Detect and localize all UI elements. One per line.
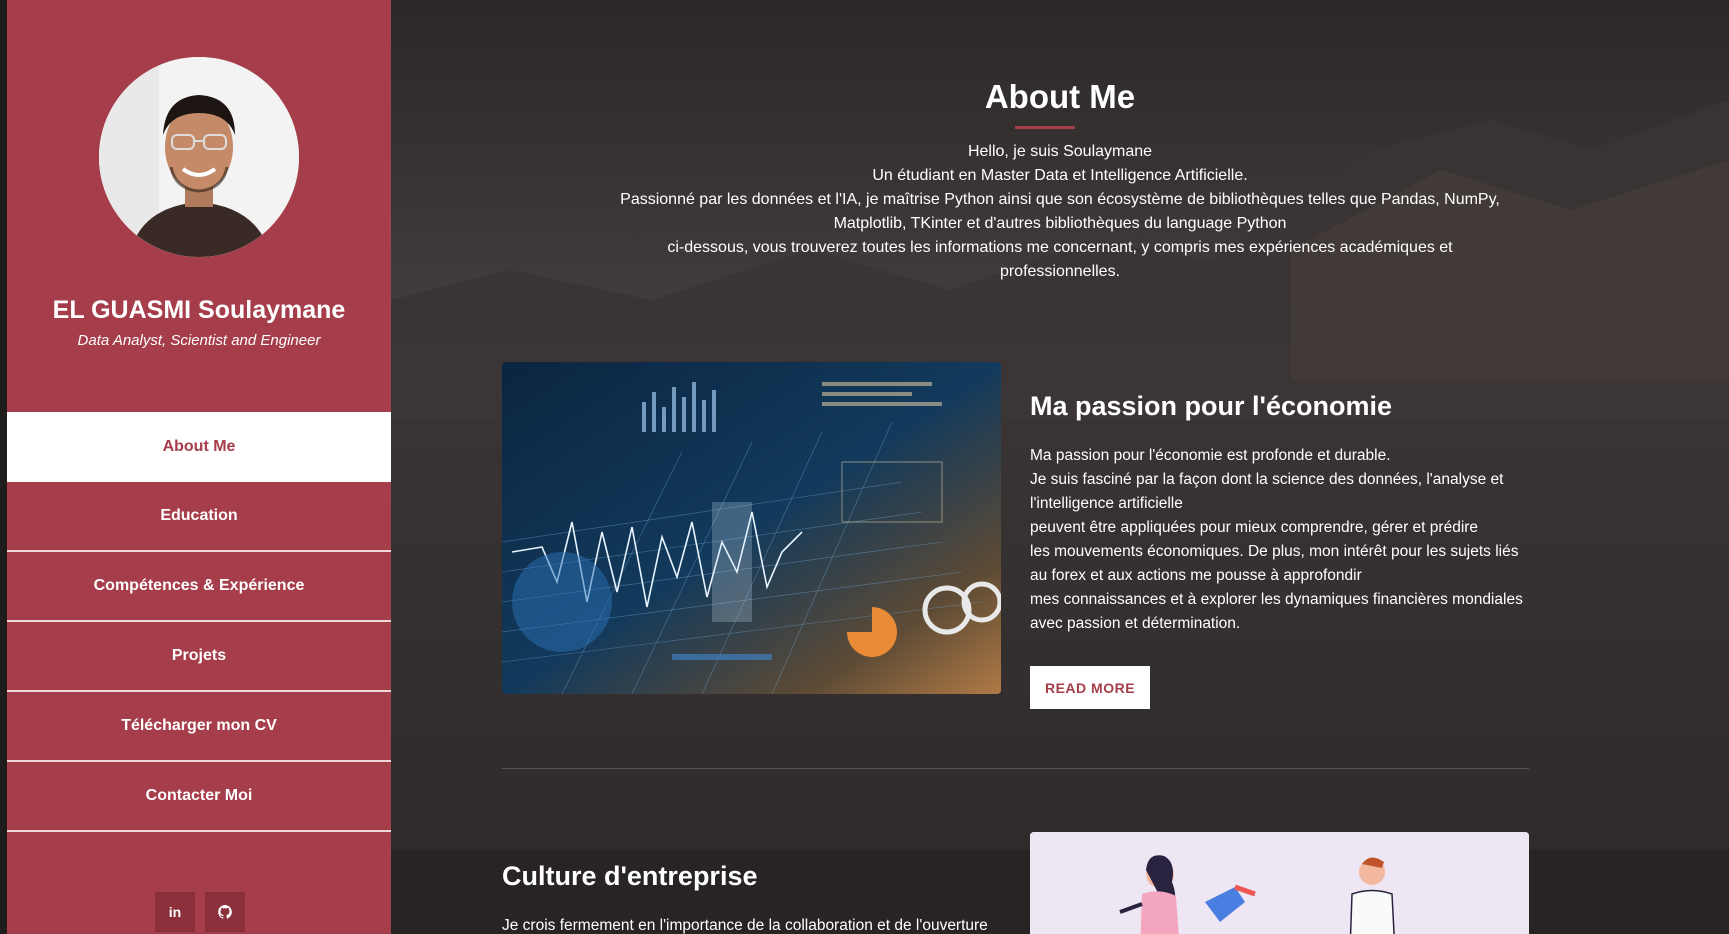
- section-economy-text: Ma passion pour l'économie est profonde …: [1030, 444, 1530, 636]
- section-culture-text: Je crois fermement en l'importance de la…: [502, 917, 988, 934]
- github-icon[interactable]: [205, 892, 245, 932]
- intro-line: Hello, je suis Soulaymane: [967, 143, 1153, 160]
- intro-line: ci-dessous, vous trouverez toutes les in…: [667, 239, 1453, 256]
- nav-item-download-cv[interactable]: Télécharger mon CV: [7, 692, 391, 762]
- profile-role: Data Analyst, Scientist and Engineer: [77, 332, 321, 349]
- text-line: Je suis fasciné par la façon dont la sci…: [1030, 471, 1504, 488]
- linkedin-icon[interactable]: in: [155, 892, 195, 932]
- section-economy-title: Ma passion pour l'économie: [1030, 391, 1392, 421]
- intro-line: professionnelles.: [999, 263, 1121, 280]
- intro-line: Matplotlib, TKinter et d'autres biblioth…: [833, 215, 1287, 232]
- text-line: peuvent être appliquées pour mieux compr…: [1030, 519, 1479, 536]
- text-line: mes connaissances et à explorer les dyna…: [1030, 591, 1523, 608]
- section-divider: [502, 768, 1529, 769]
- nav-item-competences[interactable]: Compétences & Expérience: [7, 552, 391, 622]
- read-more-button[interactable]: READ MORE: [1030, 666, 1150, 709]
- title-underline: [1015, 126, 1075, 129]
- nav-item-contact[interactable]: Contacter Moi: [7, 762, 391, 832]
- profile-name: EL GUASMI Soulaymane: [52, 296, 346, 324]
- intro-line: Passionné par les données et l'IA, je ma…: [620, 191, 1500, 208]
- nav-item-about-me[interactable]: About Me: [7, 412, 391, 482]
- text-line: les mouvements économiques. De plus, mon…: [1030, 543, 1519, 560]
- main-content: About Me Hello, je suis Soulaymane Un ét…: [391, 0, 1729, 934]
- economy-image: [502, 362, 1001, 694]
- nav-item-projets[interactable]: Projets: [7, 622, 391, 692]
- about-intro: Hello, je suis Soulaymane Un étudiant en…: [541, 140, 1579, 284]
- text-line: Ma passion pour l'économie est profonde …: [1030, 447, 1391, 464]
- section-culture-title: Culture d'entreprise: [502, 861, 758, 891]
- window-edge: [0, 0, 7, 934]
- culture-illustration: [1030, 832, 1529, 934]
- nav-item-education[interactable]: Education: [7, 482, 391, 552]
- intro-line: Un étudiant en Master Data et Intelligen…: [872, 167, 1248, 184]
- sidebar-nav: About Me Education Compétences & Expérie…: [7, 412, 391, 832]
- text-line: avec passion et détermination.: [1030, 615, 1241, 632]
- avatar: [99, 57, 299, 257]
- text-line: au forex et aux actions me pousse à appr…: [1030, 567, 1362, 584]
- text-line: l'intelligence artificielle: [1030, 495, 1183, 512]
- sidebar: EL GUASMI Soulaymane Data Analyst, Scien…: [7, 0, 391, 934]
- about-title: About Me: [984, 78, 1136, 115]
- social-links: in: [155, 892, 245, 932]
